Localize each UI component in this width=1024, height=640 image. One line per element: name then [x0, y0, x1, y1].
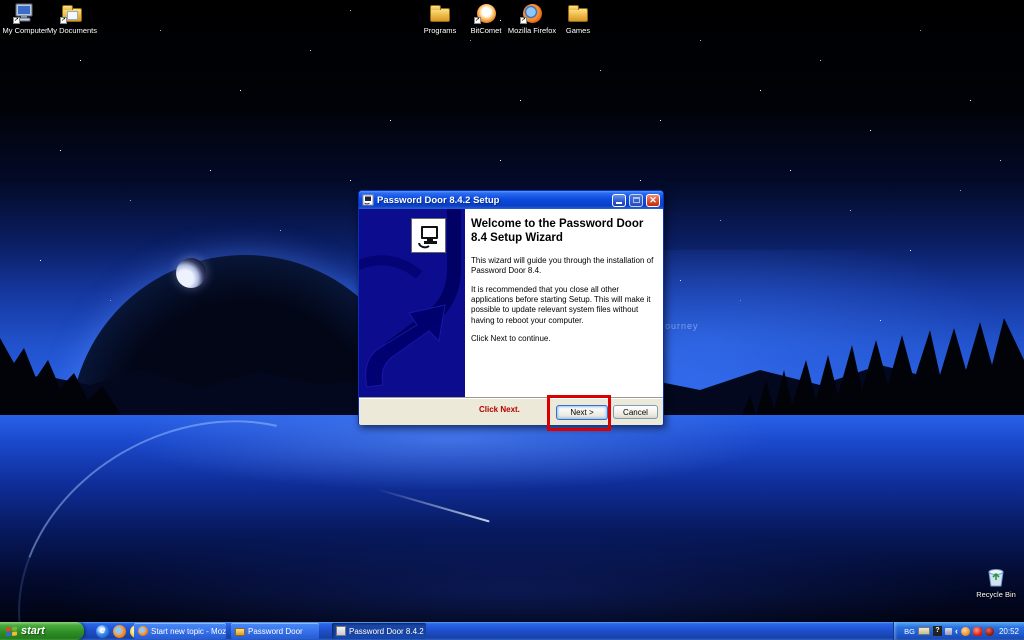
desktop-icon-programs[interactable]: Programs: [414, 2, 466, 35]
installer-title-icon: [362, 194, 374, 206]
wizard-footer: Click Next. Next > Cancel: [359, 397, 663, 425]
desktop-icon-games[interactable]: Games: [554, 2, 602, 35]
title-bar[interactable]: Password Door 8.4.2 Setup ✕: [359, 191, 663, 209]
taskbar-button-setup[interactable]: Password Door 8.4.2 ...: [332, 623, 426, 639]
my-computer-icon: ➚: [13, 2, 37, 24]
folder-icon: [566, 2, 590, 24]
recycle-bin-icon: [984, 566, 1008, 588]
taskbar-button-label: Start new topic - Mozi...: [151, 627, 226, 636]
window-title: Password Door 8.4.2 Setup: [377, 195, 609, 206]
firefox-quicklaunch-icon[interactable]: [113, 625, 126, 638]
keyboard-icon[interactable]: [918, 627, 930, 635]
wizard-paragraph-3: Click Next to continue.: [471, 334, 655, 344]
bitcomet-tray-icon[interactable]: [961, 627, 970, 636]
folder-icon: [235, 628, 245, 636]
start-label: start: [21, 625, 45, 637]
shortcut-arrow-icon: ➚: [520, 17, 527, 24]
taskbar-button-label: Password Door 8.4.2 ...: [349, 627, 426, 636]
taskbar: start e » Start new topic - Mozi... Pass…: [0, 622, 1024, 640]
taskbar-clock[interactable]: 20:52: [999, 627, 1019, 636]
desktop-icon-label: Recycle Bin: [976, 590, 1016, 599]
taskbar-button-firefox[interactable]: Start new topic - Mozi...: [134, 623, 226, 639]
minimize-button[interactable]: [612, 194, 626, 207]
desktop-icon-label: Mozilla Firefox: [508, 26, 556, 35]
desktop-icon-recycle-bin[interactable]: Recycle Bin: [972, 566, 1020, 599]
my-documents-icon: ➚: [60, 2, 84, 24]
shortcut-arrow-icon: ➚: [13, 17, 20, 24]
desktop-icon-my-computer[interactable]: ➚ My Computer: [2, 2, 48, 35]
desktop-icon-label: BitComet: [471, 26, 502, 35]
wizard-banner: [359, 209, 465, 397]
maximize-button[interactable]: [629, 194, 643, 207]
taskbar-button-label: Password Door: [248, 627, 303, 636]
desktop-icon-label: My Documents: [47, 26, 97, 35]
firefox-icon: ➚: [520, 2, 544, 24]
click-next-annotation: Click Next.: [479, 405, 520, 414]
wallpaper-stars: [0, 0, 1, 1]
desktop-icon-firefox[interactable]: ➚ Mozilla Firefox: [503, 2, 561, 35]
desktop-icon-label: Programs: [424, 26, 457, 35]
annotation-rectangle: [547, 395, 611, 431]
bitcomet-icon: ➚: [474, 2, 498, 24]
desktop-icon-my-documents[interactable]: ➚ My Documents: [46, 2, 98, 35]
shortcut-arrow-icon: ➚: [474, 17, 481, 24]
language-indicator[interactable]: BG: [904, 627, 915, 636]
wizard-paragraph-1: This wizard will guide you through the i…: [471, 256, 655, 277]
taskbar-button-folder[interactable]: Password Door: [231, 623, 319, 639]
setup-wizard-window: Password Door 8.4.2 Setup ✕ Wel: [358, 190, 664, 425]
red-tray-icon[interactable]: [973, 627, 982, 636]
folder-icon: [428, 2, 452, 24]
close-button[interactable]: ✕: [646, 194, 660, 207]
wizard-heading: Welcome to the Password Door 8.4 Setup W…: [471, 217, 655, 246]
desktop-icon-label: Games: [566, 26, 590, 35]
volume-tray-icon[interactable]: [945, 628, 952, 635]
hide-icons-chevron[interactable]: ‹: [955, 626, 958, 636]
system-tray: BG ? ‹ 20:52: [893, 622, 1024, 640]
wizard-text-area: Welcome to the Password Door 8.4 Setup W…: [471, 209, 659, 397]
darkred-tray-icon[interactable]: [985, 627, 994, 636]
wizard-body: Welcome to the Password Door 8.4 Setup W…: [359, 209, 663, 397]
help-tray-icon[interactable]: ?: [933, 626, 942, 636]
wizard-paragraph-2: It is recommended that you close all oth…: [471, 285, 655, 327]
wallpaper-moon: [176, 258, 206, 288]
shortcut-arrow-icon: ➚: [60, 17, 67, 24]
wallpaper-watermark: journey: [662, 321, 699, 331]
installer-icon: [336, 626, 346, 636]
installer-computer-icon: [411, 218, 446, 253]
internet-explorer-icon[interactable]: e: [96, 625, 109, 638]
windows-logo-icon: [6, 626, 17, 636]
desktop-icon-label: My Computer: [2, 26, 47, 35]
cancel-button[interactable]: Cancel: [613, 405, 658, 419]
firefox-icon: [138, 626, 148, 636]
start-button[interactable]: start: [0, 622, 84, 640]
